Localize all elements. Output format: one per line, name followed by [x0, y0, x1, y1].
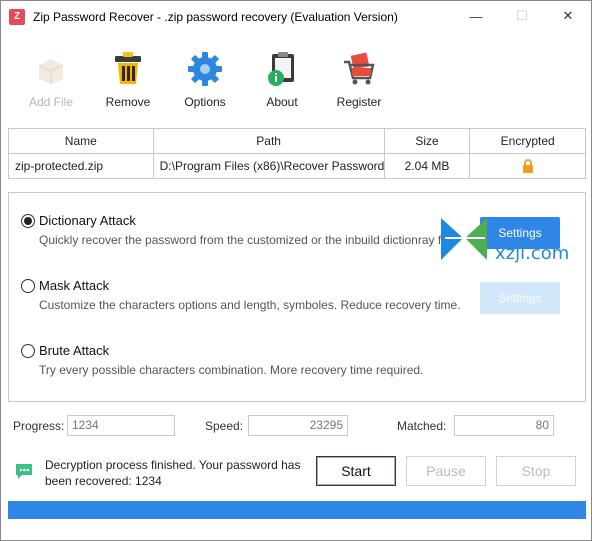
info-clipboard-icon [262, 49, 302, 89]
file-path-cell: D:\Program Files (x86)\Recover Password [152, 153, 385, 179]
chat-status-icon [16, 464, 32, 479]
brute-attack-radio[interactable] [21, 343, 35, 358]
dictionary-attack-desc: Quickly recover the password from the cu… [39, 233, 457, 247]
status-message: Decryption process finished. Your passwo… [45, 458, 301, 488]
brute-attack-desc: Try every possible characters combinatio… [39, 363, 424, 377]
window-title: Zip Password Recover - .zip password rec… [33, 9, 398, 24]
trash-icon [108, 49, 148, 89]
table-row[interactable]: zip-protected.zip D:\Program Files (x86)… [8, 153, 586, 179]
dictionary-attack-option[interactable]: Dictionary Attack Quickly recover the pa… [21, 213, 457, 247]
toolbar: Add File Remove Options About Register [19, 49, 404, 121]
lock-icon [522, 159, 533, 174]
file-size-cell: 2.04 MB [383, 153, 471, 179]
add-file-label: Add File [28, 95, 74, 109]
pause-button[interactable]: Pause [406, 456, 486, 486]
progress-label: Progress: [13, 419, 65, 433]
options-label: Options [184, 95, 226, 109]
remove-label: Remove [105, 95, 151, 109]
remove-button[interactable]: Remove [96, 49, 160, 121]
watermark: xzji.com [437, 214, 587, 264]
brute-attack-title: Brute Attack [39, 343, 110, 358]
watermark-logo-icon [441, 218, 487, 260]
window-controls: — ☐ ✕ [453, 1, 591, 31]
add-file-icon [31, 49, 71, 89]
close-button[interactable]: ✕ [545, 1, 591, 31]
column-header-size[interactable]: Size [383, 128, 471, 154]
mask-attack-option[interactable]: Mask Attack Customize the characters opt… [21, 278, 461, 312]
column-header-name[interactable]: Name [8, 128, 154, 154]
about-button[interactable]: About [250, 49, 314, 121]
matched-label: Matched: [397, 419, 447, 433]
recovery-progress-bar [8, 501, 586, 519]
brute-attack-option[interactable]: Brute Attack Try every possible characte… [21, 343, 423, 377]
mask-settings-button[interactable]: Settings [480, 282, 560, 314]
matched-field: 80 [454, 415, 554, 436]
stop-button[interactable]: Stop [496, 456, 576, 486]
dictionary-attack-radio[interactable] [21, 213, 35, 228]
gear-icon [185, 49, 225, 89]
speed-label: Speed: [205, 419, 244, 433]
file-name-cell: zip-protected.zip [8, 153, 154, 179]
mask-attack-radio[interactable] [21, 278, 35, 293]
minimize-button[interactable]: — [453, 1, 499, 31]
encrypted-cell [469, 153, 586, 179]
mask-attack-title: Mask Attack [39, 278, 110, 293]
cart-icon [339, 49, 379, 89]
options-button[interactable]: Options [173, 49, 237, 121]
add-file-button[interactable]: Add File [19, 49, 83, 121]
about-label: About [266, 95, 298, 109]
mask-attack-desc: Customize the characters options and len… [39, 298, 461, 312]
register-button[interactable]: Register [327, 49, 391, 121]
column-header-encrypted[interactable]: Encrypted [469, 128, 586, 154]
table-header-row: Name Path Size Encrypted [8, 128, 586, 154]
file-table: Name Path Size Encrypted zip-protected.z… [8, 128, 586, 179]
dictionary-attack-title: Dictionary Attack [39, 213, 136, 228]
start-button[interactable]: Start [316, 456, 396, 486]
progress-field: 1234 [67, 415, 175, 436]
title-bar: Z Zip Password Recover - .zip password r… [1, 1, 591, 32]
app-logo-icon: Z [9, 8, 25, 25]
column-header-path[interactable]: Path [152, 128, 385, 154]
maximize-button[interactable]: ☐ [499, 1, 545, 31]
register-label: Register [336, 95, 382, 109]
speed-field: 23295 [248, 415, 348, 436]
app-window: Z Zip Password Recover - .zip password r… [0, 0, 592, 541]
watermark-text: xzji.com [495, 243, 570, 264]
